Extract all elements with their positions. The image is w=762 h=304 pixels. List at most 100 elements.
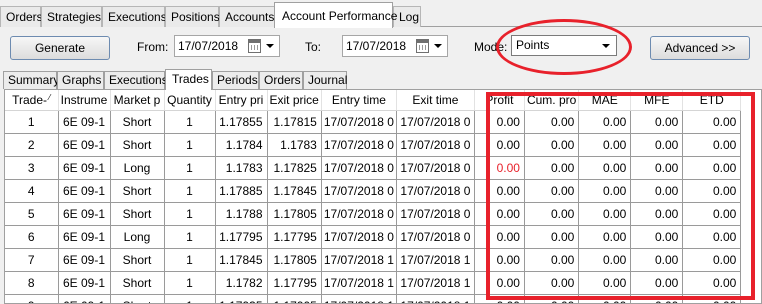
tab-account-performance[interactable]: Account Performance xyxy=(274,2,397,28)
calendar-icon[interactable] xyxy=(248,39,261,53)
table-cell: 17/07/2018 1 xyxy=(321,294,397,303)
table-row[interactable]: 8 6E 09-1 Short 1 1.1782 1.17795 17/07/2018 11… xyxy=(5,271,742,295)
tab-periods[interactable]: Periods xyxy=(212,71,259,89)
calendar-icon[interactable] xyxy=(416,39,429,53)
table-cell: Short xyxy=(110,179,165,203)
chevron-down-icon[interactable] xyxy=(266,44,274,48)
table-cell: 1 xyxy=(164,248,216,272)
table-cell: Long xyxy=(110,156,165,180)
toolbar: Generate From: 17/07/2018 To: 17/07/2018… xyxy=(0,27,762,69)
table-cell: 0.00 xyxy=(578,179,632,203)
table-cell: 6E 09-1 xyxy=(58,294,111,303)
table-cell: 1.17845 xyxy=(267,179,322,203)
column-header-profit[interactable]: Profit xyxy=(474,90,525,111)
table-cell: 0.00 xyxy=(682,294,742,303)
sort-icon: ⁄ xyxy=(49,92,51,102)
to-date-value: 17/07/2018 xyxy=(346,39,407,53)
column-header-mae[interactable]: MAE xyxy=(578,90,632,111)
table-row[interactable]: 2 6E 09-1 Short 1 1.1784 1.1783 17/07/2018 0 17… xyxy=(5,133,742,157)
tab-journal[interactable]: Journal xyxy=(303,71,347,89)
tab-accounts[interactable]: Accounts xyxy=(219,6,275,27)
table-cell: 1 xyxy=(164,271,216,295)
table-cell: 0.00 xyxy=(578,271,632,295)
tab-executions-sub[interactable]: Executions xyxy=(104,71,168,89)
table-cell: 1 xyxy=(164,133,216,157)
table-cell: 0.00 xyxy=(474,248,525,272)
table-cell: 0.00 xyxy=(474,271,525,295)
tab-positions[interactable]: Positions xyxy=(165,6,220,27)
table-cell: 0.00 xyxy=(474,225,525,249)
table-cell: 1.17805 xyxy=(267,248,322,272)
table-cell: 17/07/2018 1 xyxy=(321,271,397,295)
table-cell: 0.00 xyxy=(630,179,684,203)
generate-button[interactable]: Generate xyxy=(10,36,110,60)
header-row: Trade- ⁄ Instrume Market p Quantity Entry… xyxy=(5,90,742,111)
chevron-down-icon[interactable] xyxy=(434,44,442,48)
table-cell: 1 xyxy=(164,225,216,249)
to-date-picker[interactable]: 17/07/2018 xyxy=(342,35,448,57)
column-header-market-position[interactable]: Market p xyxy=(110,90,165,111)
table-cell: 0.00 xyxy=(474,202,525,226)
column-header-etd[interactable]: ETD xyxy=(682,90,742,111)
tab-strategies[interactable]: Strategies xyxy=(41,6,102,27)
column-header-cum-profit[interactable]: Cum. pro xyxy=(524,90,580,111)
table-cell: 1.1783 xyxy=(215,156,268,180)
tab-orders[interactable]: Orders xyxy=(0,6,43,27)
tab-summary[interactable]: Summary xyxy=(3,71,59,89)
table-cell: 17/07/2018 0 xyxy=(321,110,397,134)
from-label: From: xyxy=(137,40,169,54)
top-tab-strip: Orders Strategies Executions Positions A… xyxy=(0,0,762,28)
from-date-picker[interactable]: 17/07/2018 xyxy=(174,35,280,57)
table-cell: 0.00 xyxy=(578,133,632,157)
table-row[interactable]: 4 6E 09-1 Short 1 1.17885 1.17845 17/07/2018 0… xyxy=(5,179,742,203)
highlight-ellipse xyxy=(496,19,632,75)
column-header-quantity[interactable]: Quantity xyxy=(164,90,216,111)
table-cell: 0.00 xyxy=(630,294,684,303)
table-row[interactable]: 5 6E 09-1 Short 1 1.1788 1.17805 17/07/2018 01… xyxy=(5,202,742,226)
table-cell: 6E 09-1 xyxy=(58,110,111,134)
table-cell: 17/07/2018 0 xyxy=(321,225,397,249)
trades-grid[interactable]: Trade- ⁄ Instrume Market p Quantity Entry… xyxy=(4,89,762,304)
table-cell: 0.00 xyxy=(524,110,580,134)
table-cell: 1.1783 xyxy=(267,133,322,157)
table-cell: 0.00 xyxy=(578,110,632,134)
table-cell: 1 xyxy=(164,110,216,134)
table-cell: 1 xyxy=(5,110,59,134)
column-header-entry-price[interactable]: Entry pri xyxy=(215,90,268,111)
tab-trades[interactable]: Trades xyxy=(165,69,212,90)
table-cell: 0.00 xyxy=(682,202,742,226)
table-cell: 17/07/2018 0 xyxy=(396,202,475,226)
column-header-trade[interactable]: Trade- ⁄ xyxy=(5,90,59,111)
column-header-exit-price[interactable]: Exit price xyxy=(267,90,322,111)
table-cell: 0.00 xyxy=(524,156,580,180)
to-label: To: xyxy=(305,40,322,54)
table-cell: 1.17845 xyxy=(215,248,268,272)
tab-executions[interactable]: Executions xyxy=(102,6,167,27)
table-row[interactable]: 1 6E 09-1 Short 1 1.17855 1.17815 17/07/2018 0… xyxy=(5,110,742,134)
table-row[interactable]: 7 6E 09-1 Short 1 1.17845 1.17805 17/07/2018 1… xyxy=(5,248,742,272)
table-cell: 0.00 xyxy=(630,225,684,249)
table-cell: 6E 09-1 xyxy=(58,248,111,272)
table-cell: 1 xyxy=(164,156,216,180)
advanced-button[interactable]: Advanced >> xyxy=(650,36,750,60)
table-cell: 0.00 xyxy=(682,133,742,157)
table-cell: 17/07/2018 0 xyxy=(396,110,475,134)
sub-tab-strip: Summary Graphs Executions Trades Periods… xyxy=(0,69,762,90)
table-row[interactable]: 6 6E 09-1 Long 1 1.17795 1.17795 17/07/2018 01… xyxy=(5,225,742,249)
table-cell: 0.00 xyxy=(578,156,632,180)
table-cell: 1.17795 xyxy=(267,225,322,249)
table-cell: 17/07/2018 0 xyxy=(396,156,475,180)
column-header-entry-time[interactable]: Entry time xyxy=(321,90,397,111)
table-row[interactable]: 3 6E 09-1 Long 1 1.1783 1.17825 17/07/2018 0 17… xyxy=(5,156,742,180)
tab-orders-sub[interactable]: Orders xyxy=(259,71,303,89)
table-cell: 1.17885 xyxy=(215,179,268,203)
column-header-mfe[interactable]: MFE xyxy=(630,90,684,111)
column-header-exit-time[interactable]: Exit time xyxy=(396,90,475,111)
table-row[interactable]: 96E 09-1Short11.179351.1790517/07/2018 1… xyxy=(5,294,742,303)
column-header-instrument[interactable]: Instrume xyxy=(58,90,111,111)
tab-graphs[interactable]: Graphs xyxy=(57,71,104,89)
table-cell: Short xyxy=(110,133,165,157)
table-cell: 0.00 xyxy=(474,156,525,180)
table-cell: 6E 09-1 xyxy=(58,156,111,180)
table-cell: 6E 09-1 xyxy=(58,202,111,226)
